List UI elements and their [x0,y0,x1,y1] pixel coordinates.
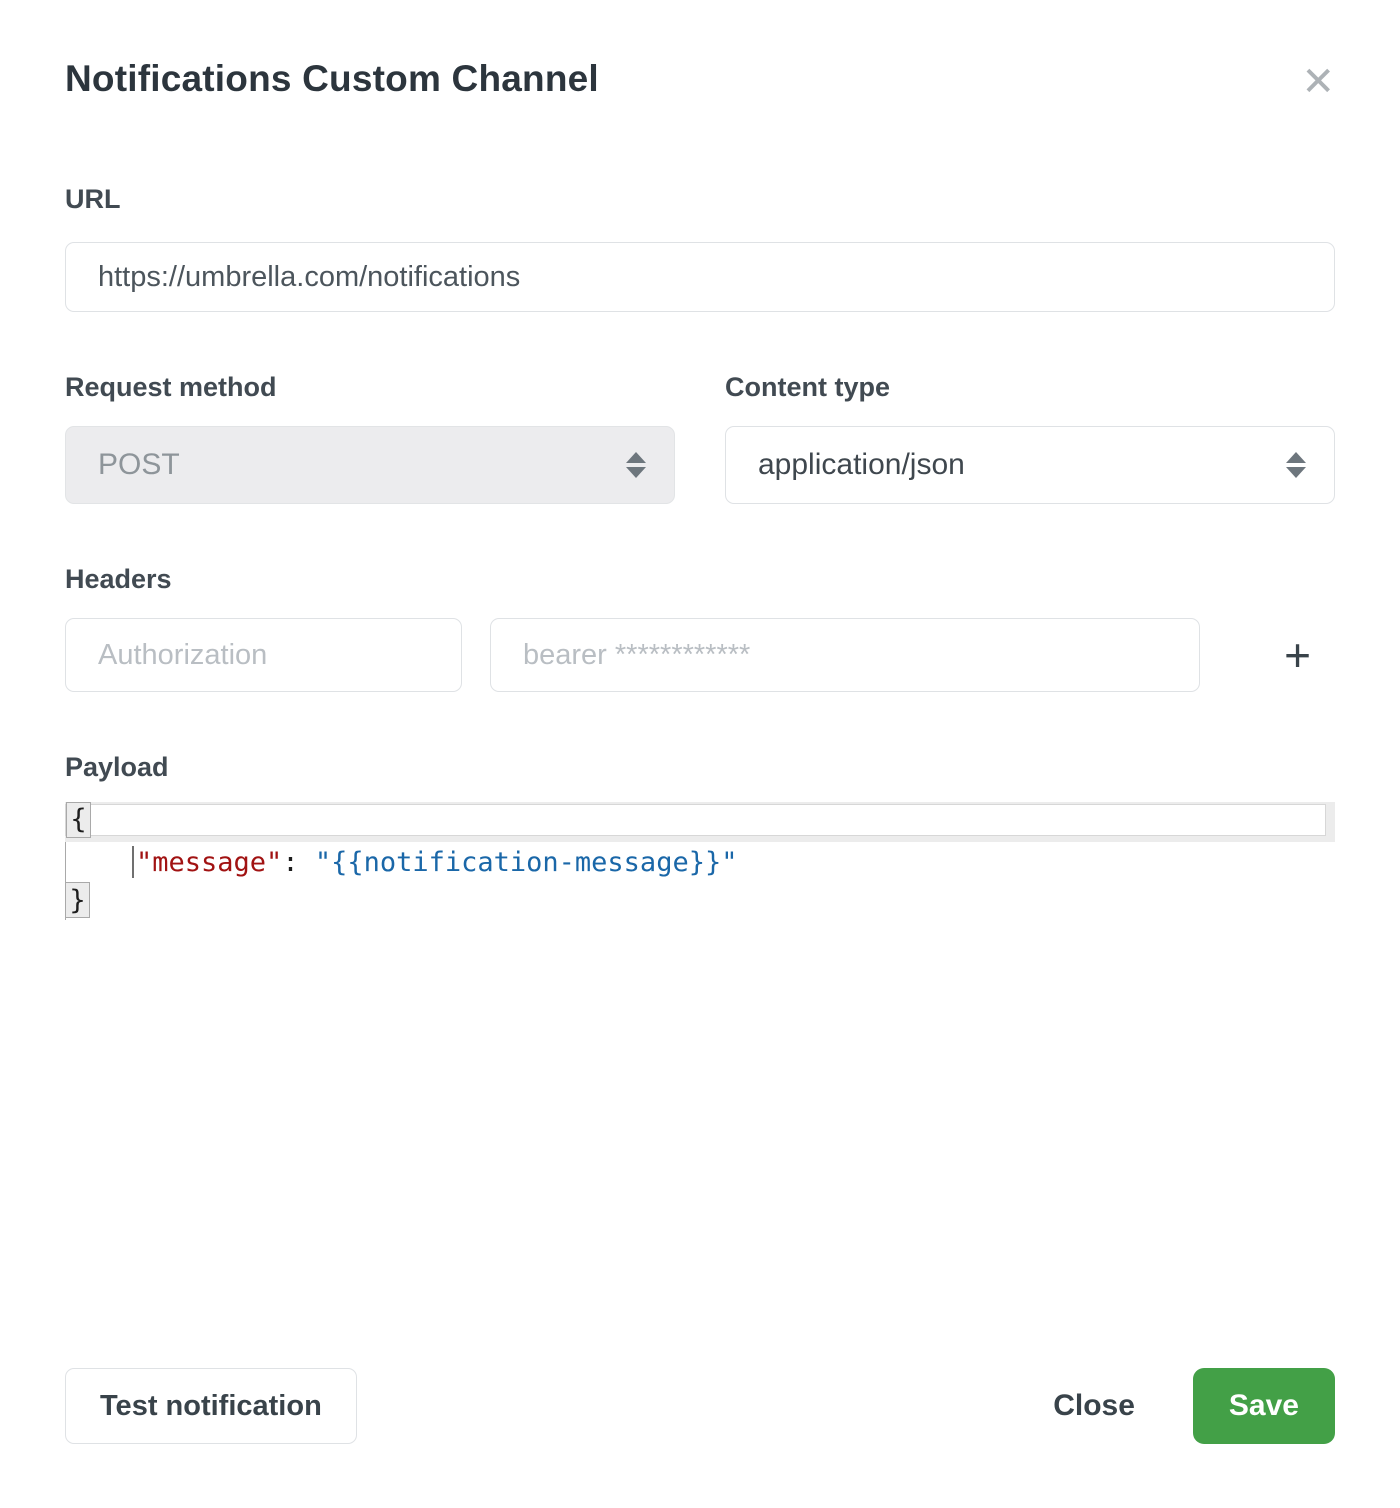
payload-section: Payload { "message": "{{notification-mes… [65,750,1335,920]
headers-label: Headers [65,562,1335,596]
code-line: "message": "{{notification-message}}" [66,842,1335,882]
content-type-field: Content type application/json [725,370,1335,504]
json-key-token: "message" [136,847,282,878]
header-row: + [65,618,1335,692]
header-name-input[interactable] [65,618,462,692]
code-lines: "message": "{{notification-message}}" } [65,842,1335,920]
dialog-header: Notifications Custom Channel ✕ [65,58,1335,102]
request-method-field: Request method POST [65,370,675,504]
page-title: Notifications Custom Channel [65,58,599,100]
dialog-footer: Test notification Close Save [65,1368,1335,1444]
add-header-button[interactable]: + [1278,632,1317,678]
close-button[interactable]: ✕ [1301,62,1335,102]
headers-section: Headers + [65,562,1335,692]
test-notification-button[interactable]: Test notification [65,1368,357,1444]
url-input[interactable] [65,242,1335,312]
code-line: } [66,882,1335,920]
payload-code-editor[interactable]: { "message": "{{notification-message}}" … [65,802,1335,920]
content-type-value: application/json [758,448,965,482]
header-value-input[interactable] [490,618,1200,692]
json-separator-token: : [282,847,315,878]
method-content-row: Request method POST Content type applica… [65,370,1335,504]
content-type-label: Content type [725,370,1335,404]
close-brace-token: } [65,882,90,918]
save-button[interactable]: Save [1193,1368,1335,1444]
content-type-select[interactable]: application/json [725,426,1335,504]
request-method-label: Request method [65,370,675,404]
text-cursor [132,846,134,878]
url-label: URL [65,182,1335,216]
request-method-value: POST [98,448,180,482]
select-arrows-icon [626,452,646,478]
plus-icon: + [1284,629,1311,681]
payload-label: Payload [65,750,1335,784]
notification-channel-dialog: Notifications Custom Channel ✕ URL Reque… [0,0,1400,1508]
request-method-select: POST [65,426,675,504]
url-section: URL [65,182,1335,312]
close-dialog-button[interactable]: Close [1053,1389,1135,1423]
open-brace-token: { [66,802,91,838]
close-icon: ✕ [1301,60,1335,104]
footer-actions: Close Save [1053,1368,1335,1444]
json-value-token: "{{notification-message}}" [315,847,738,878]
select-arrows-icon [1286,452,1306,478]
code-line-active: { [65,802,1335,842]
